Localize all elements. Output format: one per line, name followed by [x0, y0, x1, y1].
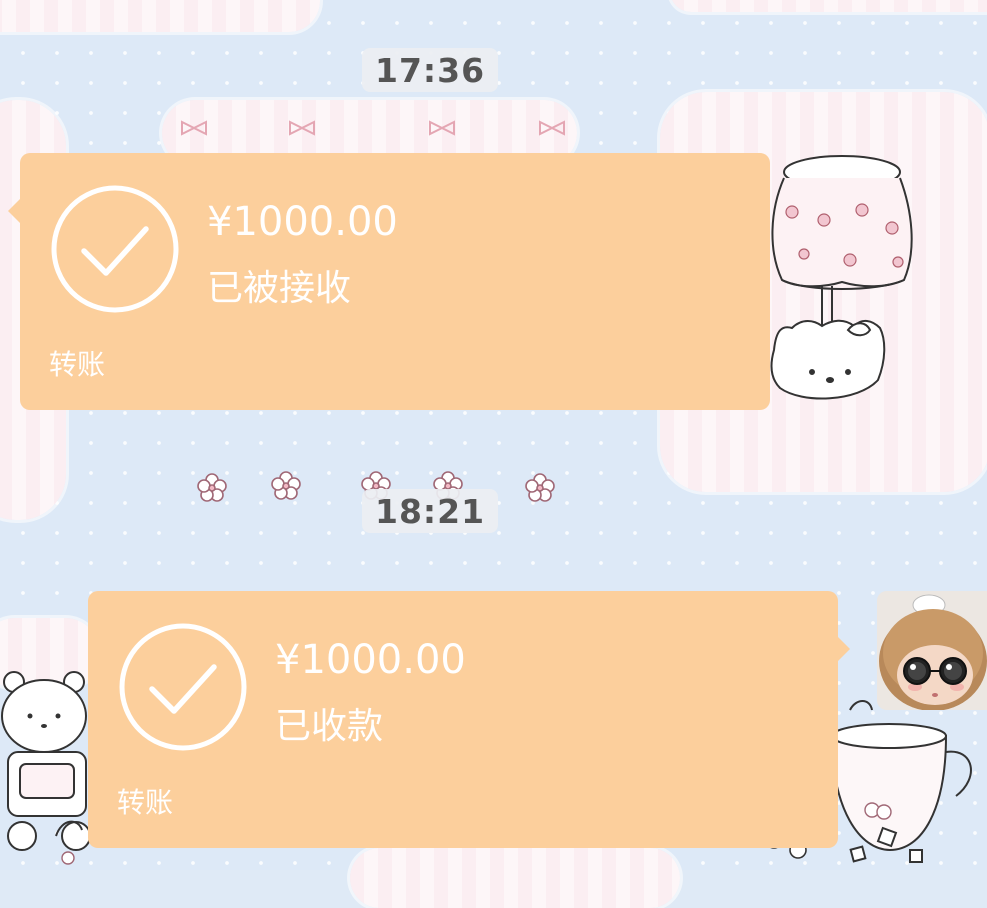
check-circle-icon [119, 623, 247, 751]
wallpaper-cloud [0, 0, 320, 32]
bear-illustration [1, 671, 91, 865]
wallpaper-cloud [670, 0, 987, 12]
bow-decoration [181, 120, 565, 136]
bubble-tail [838, 637, 850, 661]
timestamp-text: 17:36 [374, 50, 486, 90]
timestamp: 18:21 [362, 489, 498, 533]
bubble-tail [8, 199, 20, 223]
transfer-bubble-received[interactable]: ¥1000.00 已被接收 转账 [8, 153, 770, 410]
transfer-status: 已收款 [275, 706, 384, 747]
timestamp: 17:36 [362, 48, 498, 92]
timestamp-text: 18:21 [374, 491, 486, 531]
lamp-kitty-illustration [770, 155, 913, 400]
transfer-status: 已被接收 [207, 268, 352, 309]
transfer-label: 转账 [49, 348, 106, 381]
transfer-amount: ¥1000.00 [207, 199, 398, 245]
transfer-bubble-sent[interactable]: ¥1000.00 已收款 转账 [88, 591, 850, 848]
avatar-image [877, 591, 987, 710]
wallpaper-cloud [350, 848, 680, 908]
transfer-amount: ¥1000.00 [275, 637, 466, 683]
avatar[interactable] [877, 591, 987, 710]
check-circle-icon [51, 185, 179, 313]
transfer-label: 转账 [117, 786, 174, 819]
